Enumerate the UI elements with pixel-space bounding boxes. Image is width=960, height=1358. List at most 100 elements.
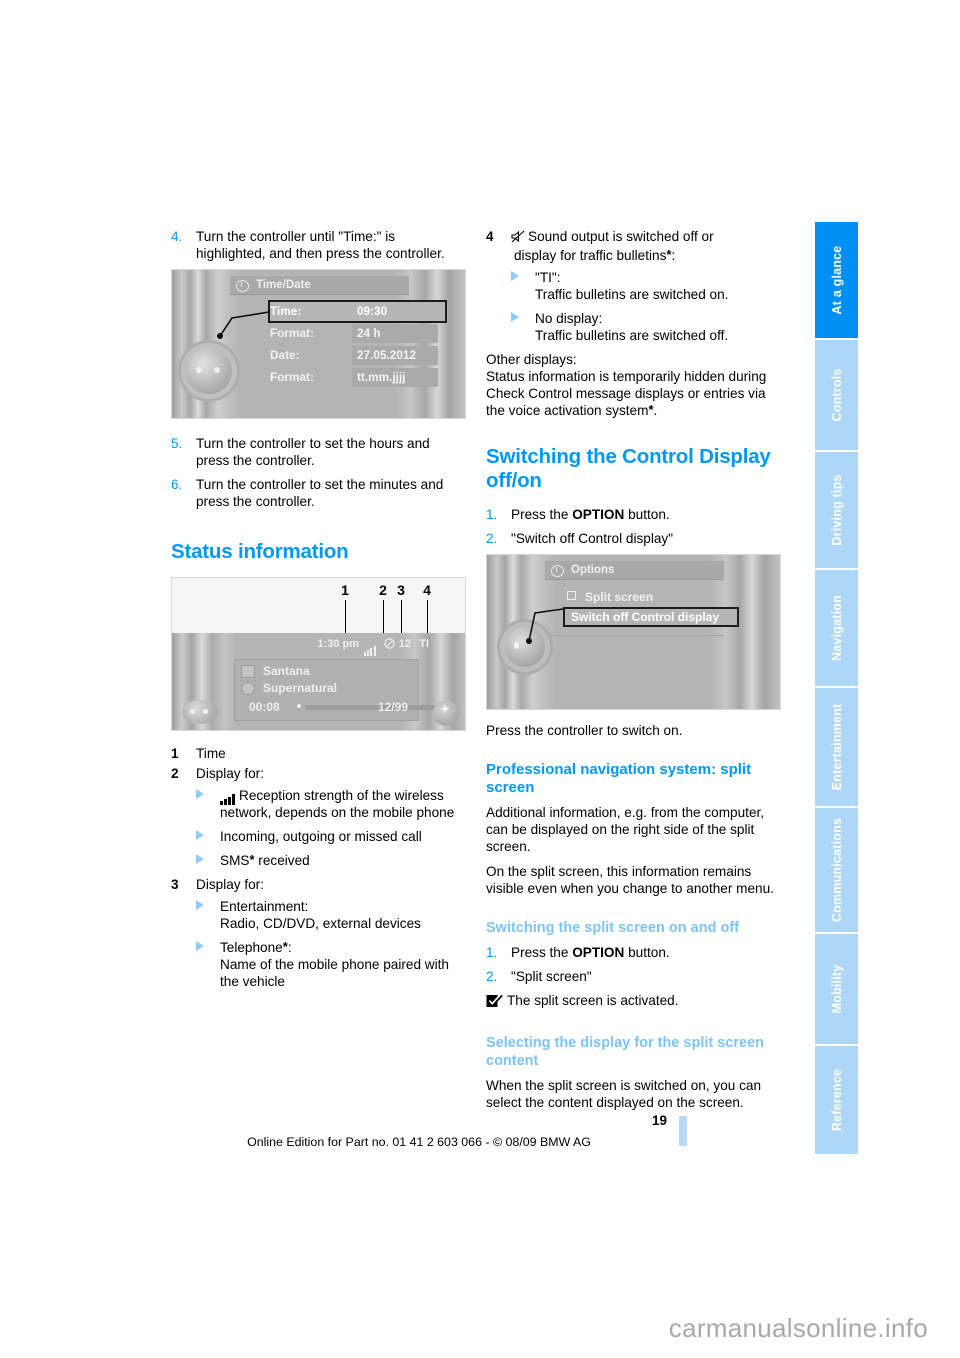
legend-item-4-line2: display for traffic bulletins [514,248,667,263]
marker-leader-line [400,600,403,636]
now-playing-artist: Santana [263,664,310,678]
left-text-column: 4. Turn the controller until "Time:" is … [171,228,466,997]
legend-title: Display for: [196,877,264,892]
figure-idrive-options-menu: Options Split screen Switch off Control … [486,554,781,710]
marker-leader-line [426,600,429,636]
legend-subitem-ti-off: No display: Traffic bulletins are switch… [511,310,781,344]
controller-knob-illustration [182,700,218,724]
legend-subitem-call: Incoming, outgoing or missed call [196,828,466,845]
mute-icon [384,637,395,655]
right-text-column: 4 Sound output is switched off or displa… [486,228,781,1119]
legend-sublist-4: "TI": Traffic bulletins are switched on.… [511,269,781,344]
footer-edition-text: Online Edition for Part no. 01 41 2 603 … [247,1135,591,1149]
marker-number: 2 [379,582,387,598]
split-screen-activated-line: The split screen is activated. [486,992,781,1012]
progress-bar [297,704,437,710]
sidebar-tab-label: Driving tips [829,474,844,546]
legend-subitem-text-tail: received [254,853,310,868]
sidebar-tab-label: Controls [829,368,844,422]
legend-list-status-items: 1 Time 2 Display for: Reception strength… [171,745,466,990]
step-item-2: 2. "Switch off Control display" [486,530,781,547]
legend-subitem-body: Traffic bulletins are switched on. [535,287,729,302]
track-counter: 12/99 [377,700,408,714]
step-text: Turn the controller to set the minutes a… [196,477,444,509]
step-item-5: 5. Turn the controller to set the hours … [171,435,466,469]
sidebar-tab-label: Mobility [829,964,844,1014]
asterisk-marker: * [648,402,654,417]
other-displays-text: Status information is temporarily hidden… [486,369,767,418]
artist-icon [241,665,255,678]
step-list-split-screen: 1. Press the OPTION button. 2. "Split sc… [486,944,781,985]
sidebar-tab-label: At a glance [829,245,844,315]
legend-subitem-text: Incoming, outgoing or missed call [220,829,422,844]
idrive-now-playing-panel: Santana Supernatural 00:08 12/99 [234,659,437,721]
now-playing-elapsed: 00:08 [249,700,280,714]
step-list-hours-minutes: 5. Turn the controller to set the hours … [171,435,466,510]
legend-sublist-3: Entertainment: Radio, CD/DVD, external d… [196,898,466,990]
triangle-bullet-icon [196,941,204,951]
signal-bars-icon [363,638,378,656]
legend-item-2: 2 Display for: Reception strength of the… [171,765,466,869]
prof-nav-paragraph-2: On the split screen, this information re… [486,864,774,896]
legend-subitem-text-line2: network, depends on the mobile phone [220,805,455,820]
heading-switching-control-display: Switching the Control Display off/on [486,445,771,492]
option-button-label: OPTION [572,945,625,960]
sidebar-tab-mobility[interactable]: Mobility [815,934,858,1046]
triangle-bullet-icon [511,312,519,322]
page-number: 19 [651,1113,667,1128]
idrive-status-screen: 1:30 pm 12 TI Santana Supernatural 00:08… [172,633,465,730]
disc-icon [241,682,255,695]
legend-subitem-head: No display: [535,311,603,326]
step-text-pre: Press the [511,945,573,960]
step-item-4: 4. Turn the controller until "Time:" is … [171,228,466,262]
step-text-pre: Press the [511,507,573,522]
sidebar-tab-entertainment[interactable]: Entertainment [815,688,858,808]
figure-idrive-status-display: 1 2 3 4 1:30 pm 12 TI Santana Supernatur… [171,577,466,731]
sidebar-tab-controls[interactable]: Controls [815,340,858,452]
legend-list-item-4: 4 Sound output is switched off or displa… [486,228,781,344]
legend-subitem-entertainment: Entertainment: Radio, CD/DVD, external d… [196,898,466,932]
legend-subitem-head: Telephone [220,940,283,955]
step-text-post: button. [624,945,670,960]
sidebar-tab-navigation[interactable]: Navigation [815,570,858,688]
status-time: 1:30 pm [317,638,359,650]
section-tab-strip: At a glance Controls Driving tips Naviga… [815,222,858,1154]
step-item-1: 1. Press the OPTION button. [486,506,781,523]
subheading-selecting-split-screen-content: Selecting the display for the split scre… [486,1035,764,1069]
status-temperature: 12 [398,638,411,650]
triangle-bullet-icon [196,830,204,840]
sidebar-tab-reference[interactable]: Reference [815,1046,858,1154]
status-traffic-info: TI [419,638,429,650]
step-list-switch-off-display: 1. Press the OPTION button. 2. "Switch o… [486,506,781,547]
selecting-content-paragraph: When the split screen is switched on, yo… [486,1078,762,1110]
press-controller-text: Press the controller to switch on. [486,723,683,738]
legend-subitem-head: "TI": [535,270,561,285]
legend-subitem-text-line1: Reception strength of the wireless [239,788,444,803]
heading-professional-nav-split-screen: Professional navigation system: split sc… [486,761,752,796]
step-number: 2. [486,969,498,984]
sidebar-tab-at-a-glance[interactable]: At a glance [815,222,858,340]
step-list-time-setting: 4. Turn the controller until "Time:" is … [171,228,466,262]
asterisk-marker: * [282,939,288,954]
sidebar-tab-label: Reference [829,1068,844,1132]
step-item-2: 2. "Split screen" [486,968,781,985]
sidebar-tab-driving-tips[interactable]: Driving tips [815,452,858,570]
prof-nav-paragraph-1: Additional information, e.g. from the co… [486,805,765,854]
callout-leader-line [526,608,564,644]
sidebar-tab-label: Entertainment [829,703,844,791]
step-number: 1. [486,507,498,522]
legend-subitem-ti-on: "TI": Traffic bulletins are switched on. [511,269,781,303]
sidebar-tab-communications[interactable]: Communications [815,808,858,934]
legend-number: 1 [171,746,179,761]
asterisk-marker: * [666,247,672,262]
step-number: 5. [171,436,183,451]
step-text: Turn the controller until "Time:" is hig… [196,229,445,261]
legend-subitem-head: Entertainment: [220,899,309,914]
legend-subitem-text: SMS [220,853,250,868]
legend-item-3: 3 Display for: Entertainment: Radio, CD/… [171,876,466,990]
manual-page: At a glance Controls Driving tips Naviga… [0,0,960,1300]
now-playing-album: Supernatural [263,681,338,695]
triangle-bullet-icon [196,854,204,864]
triangle-bullet-icon [196,789,204,799]
mute-icon [511,230,525,247]
